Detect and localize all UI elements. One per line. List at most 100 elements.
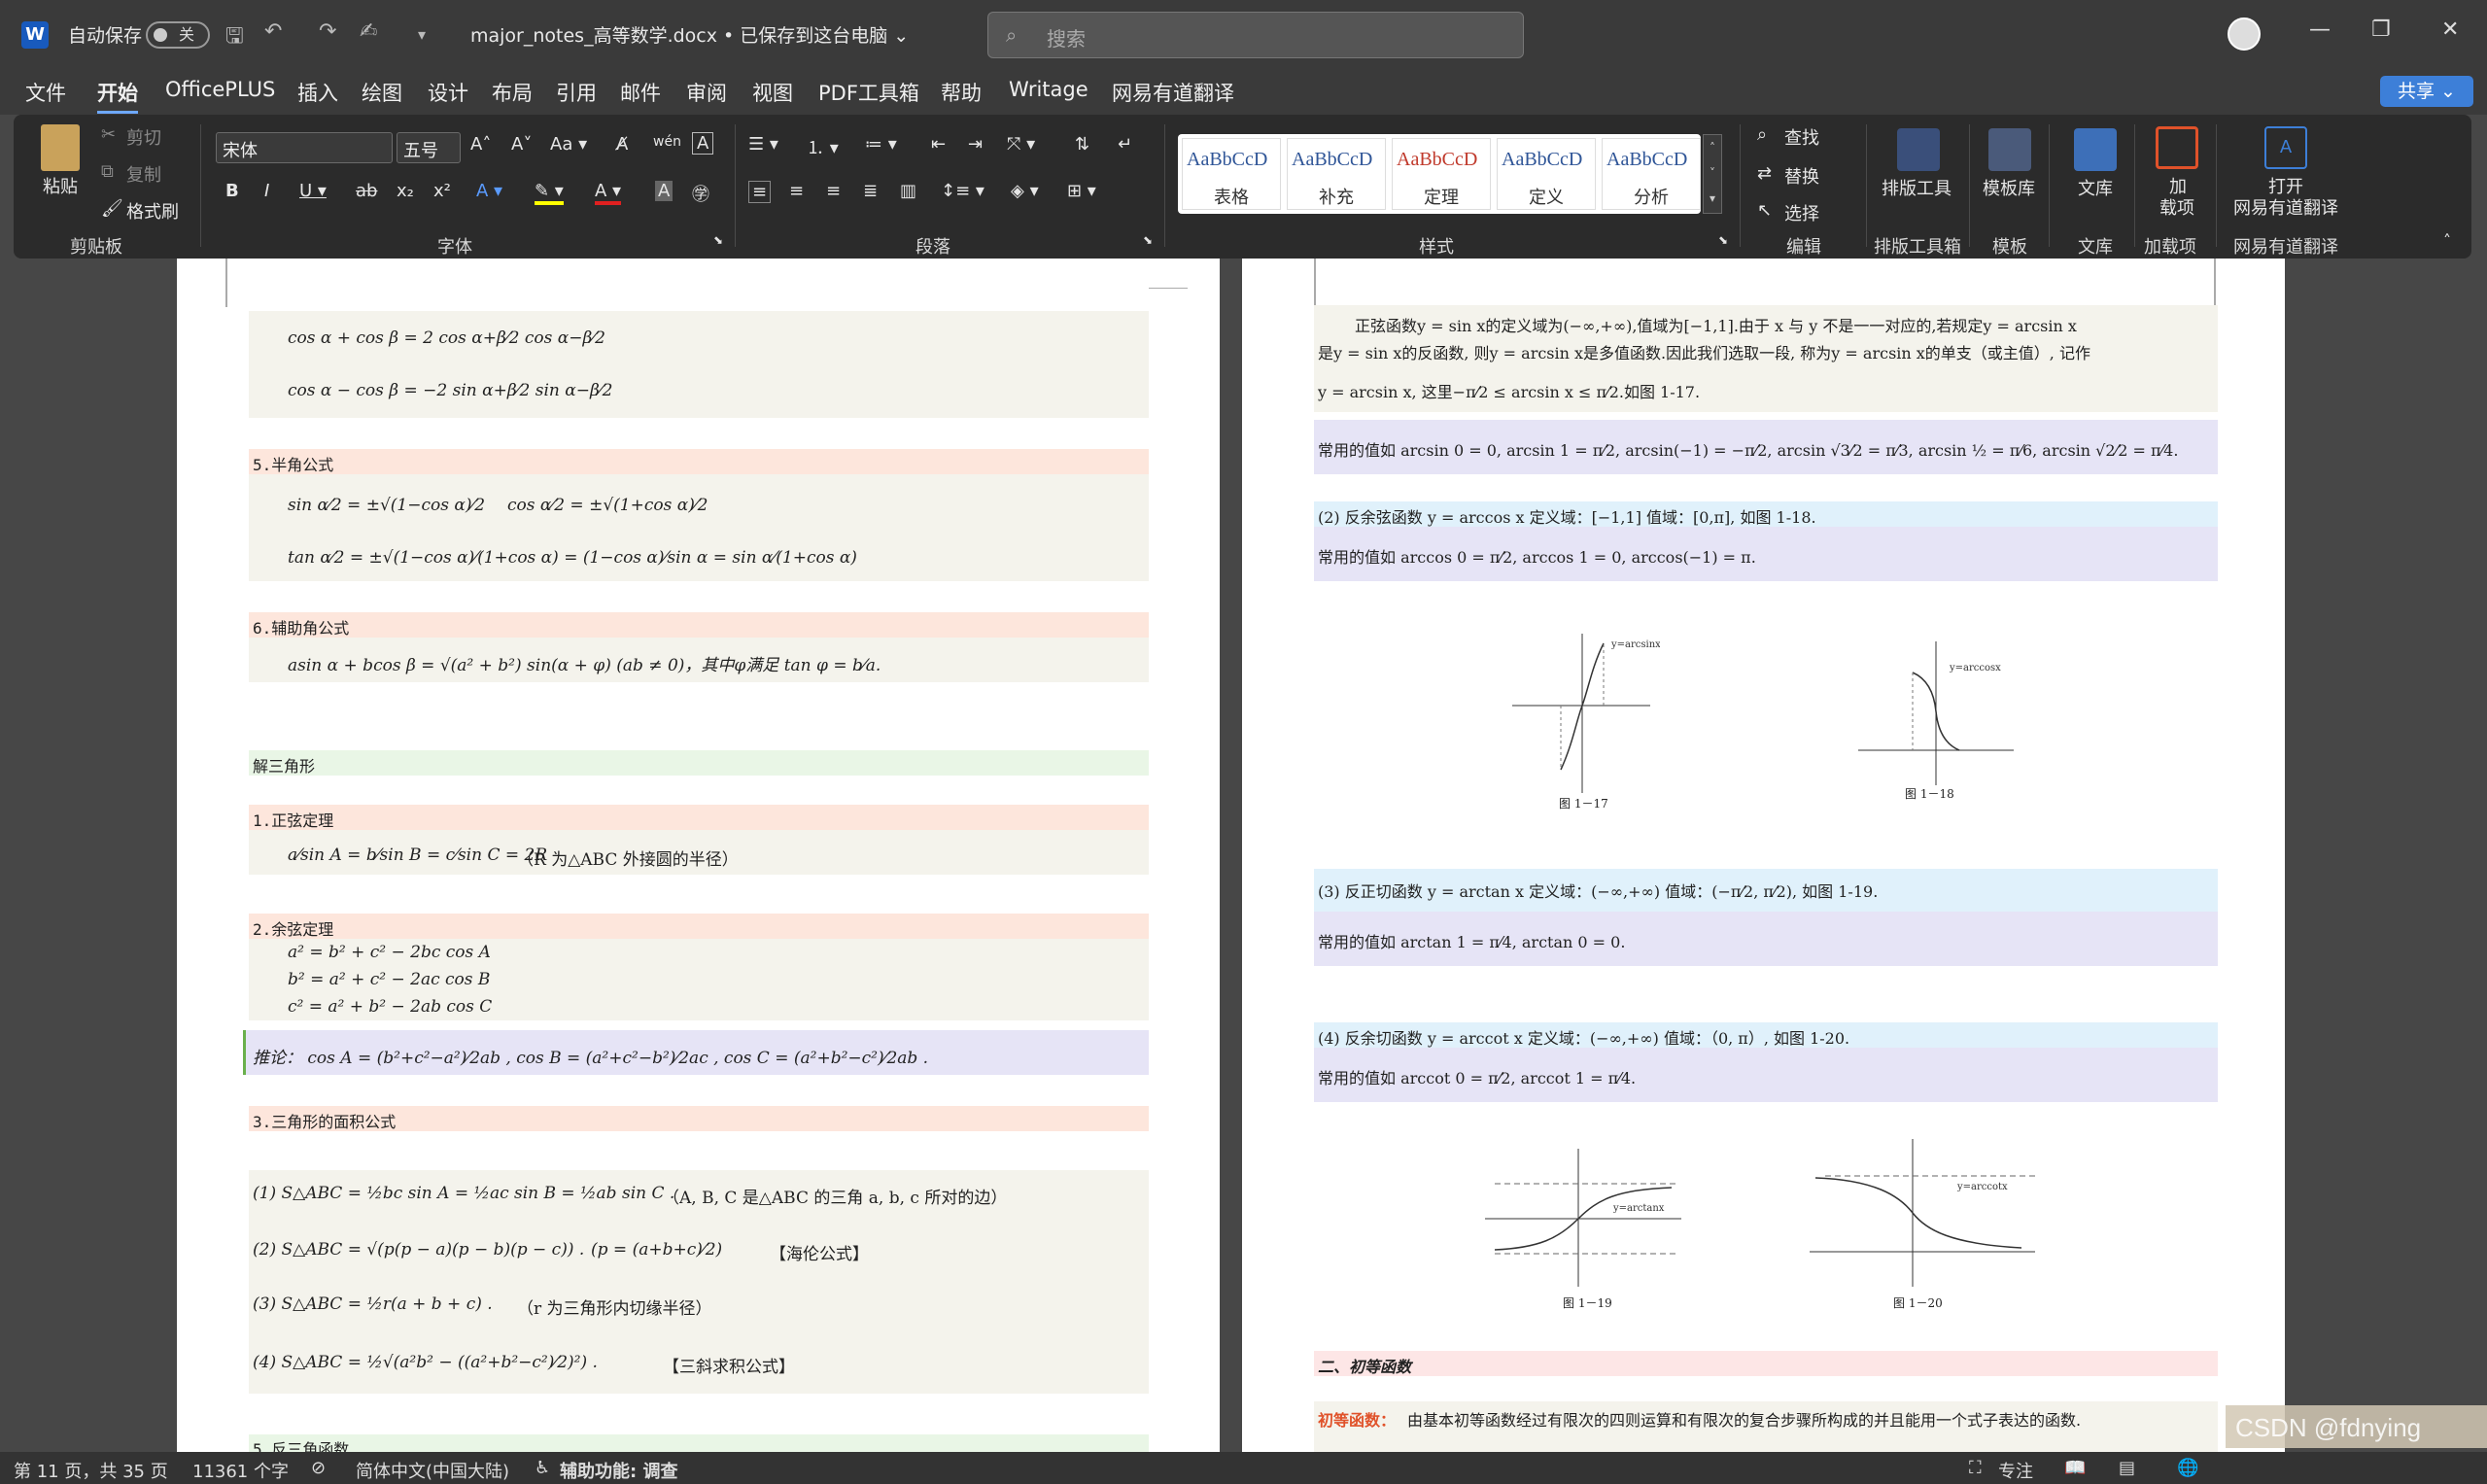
char-border-icon[interactable]: A [692,132,714,155]
style-table[interactable]: AaBbCcD 表格 [1182,138,1281,210]
library-icon[interactable] [2074,128,2117,171]
tab-design[interactable]: 设计 [428,78,468,107]
read-mode-icon[interactable]: 📖 [2064,1458,2086,1478]
clear-format-icon[interactable]: A̸ [616,134,628,155]
minimize-icon[interactable]: — [2309,17,2331,42]
char-shading-icon[interactable]: A [655,181,674,201]
tab-help[interactable]: 帮助 [941,78,982,107]
font-color-icon[interactable]: A ▾ [595,181,622,205]
align-left-icon[interactable]: ≡ [748,181,772,203]
tab-view[interactable]: 视图 [752,78,793,107]
tab-home[interactable]: 开始 [97,78,138,114]
language-status[interactable]: 简体中文(中国大陆) [356,1458,509,1483]
font-name-select[interactable]: 宋体 [216,132,393,163]
cut-button[interactable]: 剪切 [126,124,161,150]
bold-icon[interactable]: B [225,181,239,201]
print-layout-icon[interactable]: ▤ [2119,1458,2135,1478]
collapse-ribbon-icon[interactable]: ˄ [2443,231,2451,250]
find-button[interactable]: 查找 [1784,124,1819,150]
phonetic-guide-icon[interactable]: wén [653,134,681,150]
select-button[interactable]: 选择 [1784,200,1819,225]
youdao-translate-icon[interactable]: A [2264,126,2307,169]
asian-layout-icon[interactable]: ⤧ ▾ [1007,134,1035,155]
tab-mailings[interactable]: 邮件 [620,78,661,107]
font-size-select[interactable]: 五号 [397,132,461,163]
typeset-tool-button[interactable]: 排版工具 [1882,175,1952,200]
addins-icon[interactable] [2156,126,2198,169]
save-icon[interactable]: 🖫 [225,19,244,56]
copy-icon[interactable]: ⧉ [101,161,114,182]
document-page-left[interactable]: cos α + cos β = 2 cos α+β⁄2 cos α−β⁄2 co… [177,259,1220,1452]
text-effects-icon[interactable]: A ▾ [476,181,502,201]
styles-dialog-launcher-icon[interactable]: ⬊ [1718,233,1728,247]
increase-indent-icon[interactable]: ⇥ [968,134,983,155]
format-painter-icon[interactable]: 🖌 [101,198,123,219]
style-definition[interactable]: AaBbCcD 定义 [1497,138,1596,210]
replace-icon[interactable]: ⇄ [1757,163,1772,184]
superscript-icon[interactable]: x² [433,181,451,201]
format-painter-button[interactable]: 格式刷 [126,198,179,224]
enclose-char-icon[interactable]: ㊫ [692,181,709,206]
grow-font-icon[interactable]: A˄ [470,134,491,155]
web-layout-icon[interactable]: 🌐 [2177,1458,2198,1478]
focus-icon[interactable]: ⛶ [1969,1458,1982,1478]
autosave-toggle[interactable]: 关 [146,21,210,49]
tab-writage[interactable]: Writage [1009,78,1088,101]
close-icon[interactable]: ✕ [2441,17,2459,42]
underline-icon[interactable]: U ▾ [299,181,327,201]
handwriting-icon[interactable]: ✍ [360,19,377,44]
document-title[interactable]: major_notes_高等数学.docx • 已保存到这台电脑 ⌄ [470,21,909,48]
tab-insert[interactable]: 插入 [297,78,338,107]
decrease-indent-icon[interactable]: ⇤ [931,134,946,155]
sort-icon[interactable]: ⇅ [1075,134,1089,155]
replace-button[interactable]: 替换 [1784,163,1819,189]
strikethrough-icon[interactable]: ab [356,181,377,201]
styles-scroll[interactable]: ˄ ˅ ▾ [1703,134,1722,214]
line-spacing-icon[interactable]: ↕≡ ▾ [941,181,984,201]
tab-layout[interactable]: 布局 [492,78,533,107]
template-library-button[interactable]: 模板库 [1983,175,2035,200]
bullets-icon[interactable]: ☰ ▾ [748,134,778,155]
multilevel-list-icon[interactable]: ≔ ▾ [865,134,897,155]
show-marks-icon[interactable]: ↵ [1118,134,1132,155]
shading-icon[interactable]: ◈ ▾ [1011,181,1039,201]
subscript-icon[interactable]: x₂ [397,181,414,201]
typeset-tool-icon[interactable] [1897,128,1940,171]
library-button[interactable]: 文库 [2078,175,2113,200]
accessibility-status[interactable]: 辅助功能: 调查 [560,1458,677,1483]
tab-references[interactable]: 引用 [556,78,597,107]
select-icon[interactable]: ↖ [1757,200,1772,221]
avatar[interactable] [2228,17,2261,51]
style-theorem[interactable]: AaBbCcD 定理 [1392,138,1491,210]
redo-icon[interactable]: ↷ [319,19,336,44]
search-box[interactable]: ⌕ 搜索 [987,12,1524,58]
paragraph-dialog-launcher-icon[interactable]: ⬊ [1143,233,1153,247]
page-count[interactable]: 第 11 页，共 35 页 [14,1458,168,1483]
maximize-icon[interactable]: ❐ [2371,17,2391,42]
copy-button[interactable]: 复制 [126,161,161,187]
find-icon[interactable]: ⌕ [1757,124,1767,145]
youdao-button-line2[interactable]: 网易有道翻译 [2233,194,2338,220]
change-case-icon[interactable]: Aa ▾ [550,134,587,155]
tab-file[interactable]: 文件 [25,78,66,107]
customize-toolbar-icon[interactable]: ▾ [418,25,426,44]
style-analysis[interactable]: AaBbCcD 分析 [1602,138,1701,210]
italic-icon[interactable]: I [264,181,269,201]
highlight-icon[interactable]: ✎ ▾ [535,181,564,205]
tab-review[interactable]: 审阅 [686,78,727,107]
shrink-font-icon[interactable]: A˅ [511,134,532,155]
undo-icon[interactable]: ↶ [264,19,282,44]
justify-icon[interactable]: ≣ [863,181,878,201]
focus-mode[interactable]: 专注 [1998,1458,2033,1483]
style-supplement[interactable]: AaBbCcD 补充 [1287,138,1386,210]
word-count[interactable]: 11361 个字 [192,1458,289,1483]
tab-officeplus[interactable]: OfficePLUS [165,78,275,101]
paste-button[interactable]: 粘贴 [43,173,78,198]
addins-button-line2[interactable]: 载项 [2159,194,2194,220]
distributed-icon[interactable]: ▥ [900,181,916,201]
tab-youdao[interactable]: 网易有道翻译 [1112,78,1234,107]
numbering-icon[interactable]: ⒈ ▾ [807,134,839,159]
font-dialog-launcher-icon[interactable]: ⬊ [713,233,723,247]
template-library-icon[interactable] [1988,128,2031,171]
proofing-icon[interactable]: ⊘ [311,1458,326,1478]
